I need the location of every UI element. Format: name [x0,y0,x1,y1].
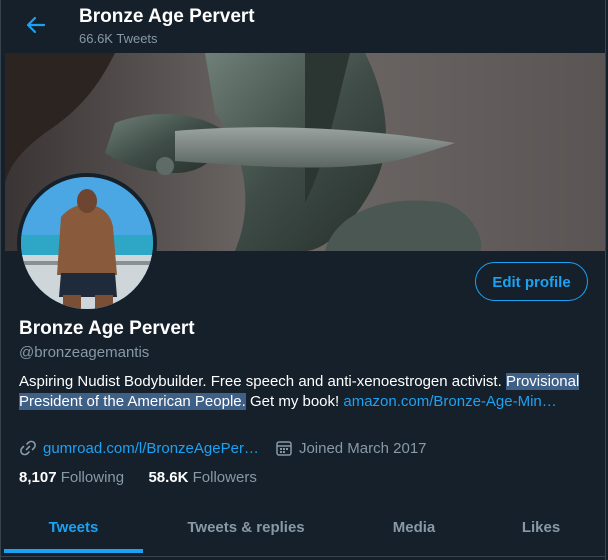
profile-meta: gumroad.com/l/BronzeAgePer… Joined March… [19,439,427,457]
tweet-count: 66.6K Tweets [79,31,158,46]
tab-likes[interactable]: Likes [479,501,603,555]
profile-name: Bronze Age Pervert [19,318,195,339]
avatar[interactable] [17,173,157,313]
link-icon [20,440,36,456]
bio-text-2: Get my book! [245,393,344,410]
bio-text: Aspiring Nudist Bodybuilder. Free speech… [19,373,502,390]
active-tab-indicator [4,549,143,553]
profile-column: Bronze Age Pervert 66.6K Tweets Edit pro… [0,0,606,560]
following-label: Following [60,469,125,486]
profile-bio: Aspiring Nudist Bodybuilder. Free speech… [19,372,589,412]
header-title: Bronze Age Pervert [79,6,255,27]
bio-book-link[interactable]: amazon.com/Bronze-Age-Min… [343,393,556,410]
edit-profile-button[interactable]: Edit profile [475,262,588,301]
joined-date: Joined March 2017 [298,439,427,457]
tab-tweets[interactable]: Tweets [4,501,143,555]
tab-tweets-and-replies[interactable]: Tweets & replies [143,501,349,555]
website-link[interactable]: gumroad.com/l/BronzeAgePer… [43,440,259,457]
arrow-left-icon [26,16,46,34]
calendar-icon [276,441,292,456]
profile-handle: @bronzeagemantis [19,344,150,361]
following-count: 8,107 [19,469,57,486]
profile-header: Bronze Age Pervert 66.6K Tweets [1,0,605,53]
follow-stats: 8,107 Following 58.6K Followers [19,469,257,486]
followers-count: 58.6K [148,469,189,486]
tab-media[interactable]: Media [349,501,479,555]
following-link[interactable]: 8,107 Following [19,469,124,486]
followers-label: Followers [192,469,257,486]
followers-link[interactable]: 58.6K Followers [148,469,256,486]
back-button[interactable] [23,12,49,38]
